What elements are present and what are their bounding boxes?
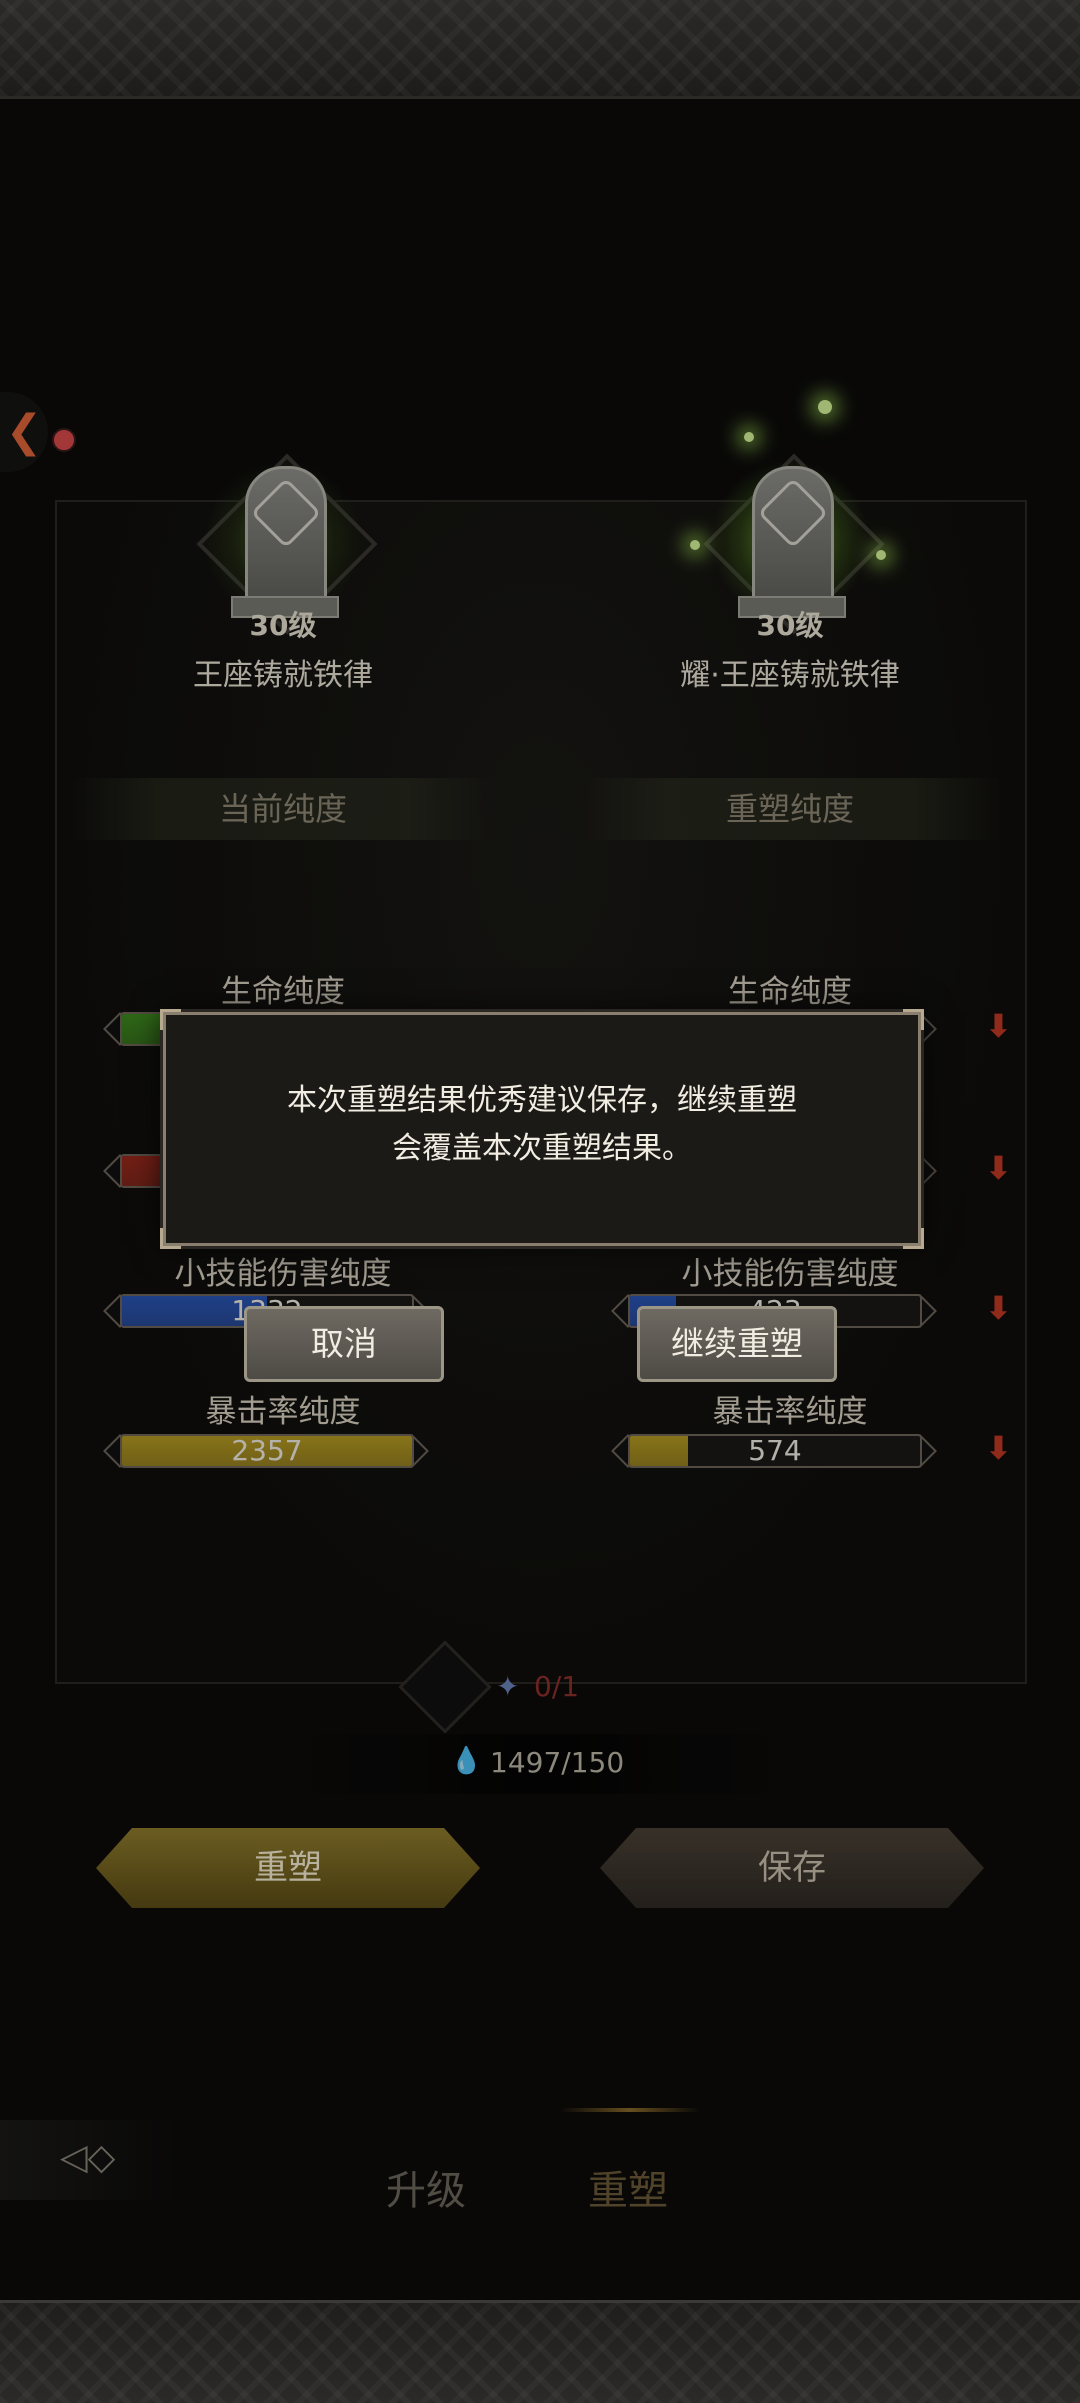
decrease-arrow-icon: ⬇ xyxy=(985,1289,1012,1327)
stat-bar-left: 2357 xyxy=(100,1430,430,1468)
notification-dot xyxy=(52,428,76,452)
dialog-line-2: 会覆盖本次重塑结果。 xyxy=(392,1131,692,1166)
save-button[interactable]: 保存 xyxy=(600,1828,984,1908)
bottom-ornament-bar xyxy=(0,2300,1080,2403)
current-equipment-name: 王座铸就铁律 xyxy=(193,658,373,693)
tab-upgrade[interactable]: 升级 xyxy=(386,2158,466,2216)
stat-label-right: 生命纯度 xyxy=(728,974,852,1010)
decrease-arrow-icon: ⬇ xyxy=(985,1429,1012,1467)
continue-reroll-button[interactable]: 继续重塑 xyxy=(637,1306,837,1382)
decrease-arrow-icon: ⬇ xyxy=(985,1149,1012,1187)
quick-menu-icon[interactable]: ❮ xyxy=(4,404,44,460)
reroll-button[interactable]: 重塑 xyxy=(96,1828,480,1908)
stat-label-left: 暴击率纯度 xyxy=(205,1394,361,1430)
material-count: 0/1 xyxy=(534,1670,580,1703)
top-ornament-bar xyxy=(0,0,1080,99)
rerolled-level: 30级 xyxy=(756,609,824,642)
drop-icon: 💧 xyxy=(450,1746,483,1776)
dialog-message: 本次重塑结果优秀建议保存，继续重塑 会覆盖本次重塑结果。 xyxy=(206,1077,878,1173)
stat-label-left: 小技能伤害纯度 xyxy=(174,1256,392,1292)
current-level: 30级 xyxy=(249,609,317,642)
active-tab-indicator xyxy=(560,2108,700,2112)
stat-label-left: 生命纯度 xyxy=(221,974,345,1010)
cancel-button[interactable]: 取消 xyxy=(244,1306,444,1382)
tab-reroll[interactable]: 重塑 xyxy=(588,2158,668,2216)
reroll-purity-header: 重塑纯度 xyxy=(580,778,1000,840)
dialog-line-1: 本次重塑结果优秀建议保存，继续重塑 xyxy=(287,1083,797,1118)
currency-amount: 1497/150 xyxy=(490,1746,625,1779)
decrease-arrow-icon: ⬇ xyxy=(985,1007,1012,1045)
rerolled-equipment-name: 耀·王座铸就铁律 xyxy=(680,658,900,693)
current-purity-header: 当前纯度 xyxy=(73,778,493,840)
stat-label-right: 小技能伤害纯度 xyxy=(681,1256,899,1292)
stat-label-right: 暴击率纯度 xyxy=(712,1394,868,1430)
confirm-dialog: 本次重塑结果优秀建议保存，继续重塑 会覆盖本次重塑结果。 xyxy=(160,1009,924,1249)
stone-icon: ✦ xyxy=(496,1670,520,1703)
stat-bar-right: 574 xyxy=(608,1430,938,1468)
back-arrow-icon[interactable]: ◁◇ xyxy=(60,2138,160,2178)
